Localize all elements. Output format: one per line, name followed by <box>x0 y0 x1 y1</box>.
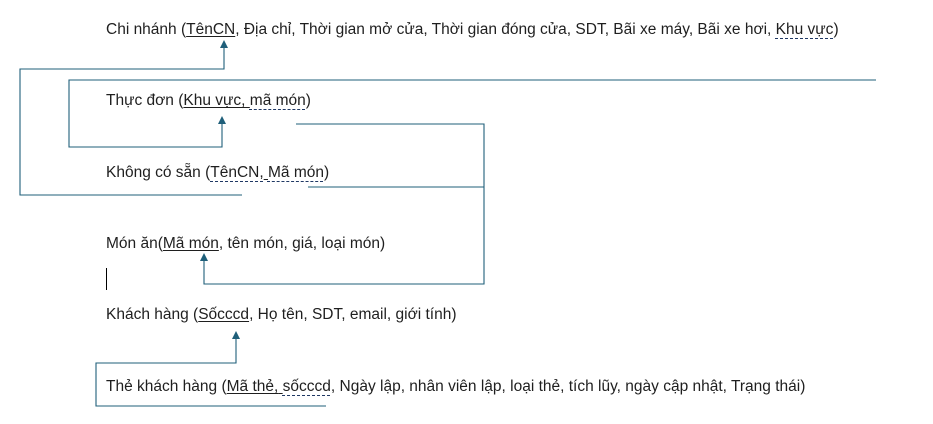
foreign-key: sốcccd <box>282 378 331 395</box>
relation-name: Thực đơn <box>106 92 174 109</box>
relation-name: Chi nhánh <box>106 21 177 38</box>
relation-name: Thẻ khách hàng <box>106 378 218 395</box>
relation-thuc-don: Thực đơn (Khu vực, mã món) <box>106 92 311 109</box>
relation-name: Món ăn <box>106 235 158 252</box>
text-cursor <box>106 268 107 290</box>
relation-name: Khách hàng <box>106 306 189 323</box>
foreign-key: TênCN, <box>210 164 264 181</box>
foreign-key-connectors <box>19 40 876 407</box>
primary-key: Khu vực, <box>183 92 246 109</box>
relation-mon-an: Món ăn(Mã món, tên món, giá, loại món) <box>106 235 386 252</box>
relation-name: Không có sẵn <box>106 164 201 181</box>
connector-ma-mon-to-mon-an <box>200 123 485 285</box>
relation-khach-hang: Khách hàng (Sốcccd, Họ tên, SDT, email, … <box>106 306 457 323</box>
primary-key: Mã món <box>162 235 219 252</box>
relation-chi-nhanh: Chi nhánh (TênCN, Địa chỉ, Thời gian mở … <box>106 21 839 38</box>
foreign-key: Mã món <box>267 164 324 181</box>
relation-khong-co-san: Không có sẵn (TênCN, Mã món) <box>106 164 330 181</box>
primary-key: Mã thẻ, <box>226 378 279 395</box>
primary-key: TênCN <box>186 21 236 38</box>
relation-the-khach-hang: Thẻ khách hàng (Mã thẻ, sốcccd, Ngày lập… <box>106 378 806 395</box>
primary-key: Sốcccd <box>198 306 250 323</box>
foreign-key: mã món <box>249 92 306 109</box>
foreign-key: Khu vực <box>775 21 834 38</box>
